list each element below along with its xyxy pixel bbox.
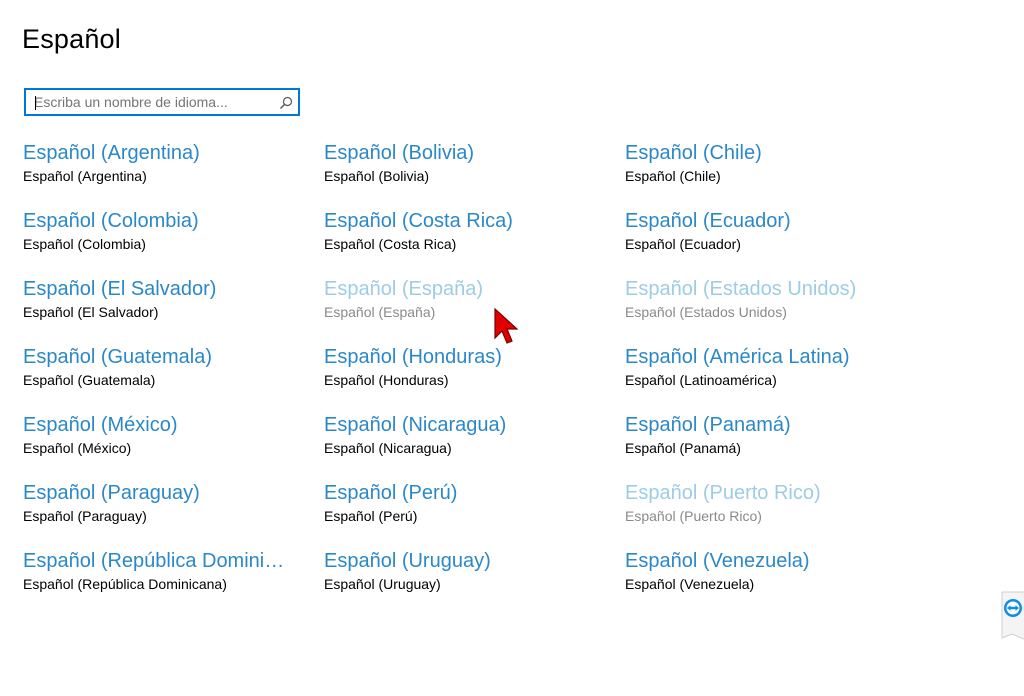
language-option: Español (Estados Unidos) Español (Estados…	[625, 276, 895, 321]
language-native-name: Español (Latinoamérica)	[625, 372, 777, 388]
language-option[interactable]: Español (Honduras) Español (Honduras)	[324, 344, 594, 389]
language-native-name: Español (Venezuela)	[625, 576, 755, 592]
language-name: Español (Puerto Rico)	[625, 482, 821, 504]
language-name: Español (Guatemala)	[23, 346, 212, 368]
language-native-name: Español (México)	[23, 440, 132, 456]
language-option[interactable]: Español (El Salvador) Español (El Salvado…	[23, 276, 293, 321]
language-name: Español (Argentina)	[23, 142, 200, 164]
language-option[interactable]: Español (Paraguay) Español (Paraguay)	[23, 480, 293, 525]
language-name: Español (Bolivia)	[324, 142, 475, 164]
language-native-name: Español (Chile)	[625, 168, 721, 184]
language-native-name: Español (Panamá)	[625, 440, 741, 456]
language-name: Español (Colombia)	[23, 210, 199, 232]
language-native-name: Español (Costa Rica)	[324, 236, 457, 252]
search-box[interactable]	[24, 88, 300, 116]
language-option: Español (España) Español (España)	[324, 276, 594, 321]
language-native-name: Español (Guatemala)	[23, 372, 156, 388]
language-name: Español (Panamá)	[625, 414, 791, 436]
language-name: Español (Venezuela)	[625, 550, 810, 572]
language-picker-page: Español Español (Argentina)Español (Arge…	[0, 0, 1024, 696]
language-option[interactable]: Español (Chile) Español (Chile)	[625, 140, 895, 185]
language-native-name: Español (Honduras)	[324, 372, 449, 388]
language-native-name: Español (Uruguay)	[324, 576, 441, 592]
language-option[interactable]: Español (Panamá) Español (Panamá)	[625, 412, 895, 457]
language-option[interactable]: Español (Perú) Español (Perú)	[324, 480, 594, 525]
language-name: Español (América Latina)	[625, 346, 850, 368]
text-caret	[35, 96, 36, 110]
language-native-name: Español (Perú)	[324, 508, 418, 524]
language-option[interactable]: Español (Colombia) Español (Colombia)	[23, 208, 293, 253]
language-native-name: Español (Nicaragua)	[324, 440, 452, 456]
language-name: Español (Estados Unidos)	[625, 278, 857, 300]
language-name: Español (Chile)	[625, 142, 762, 164]
language-name: Español (Costa Rica)	[324, 210, 513, 232]
language-name: Español (El Salvador)	[23, 278, 217, 300]
language-native-name: Español (Colombia)	[23, 236, 146, 252]
page-title: Español	[22, 24, 121, 54]
search-input[interactable]	[34, 90, 274, 114]
language-native-name: Español (Paraguay)	[23, 508, 147, 524]
language-name: Español (Paraguay)	[23, 482, 200, 504]
teamviewer-icon[interactable]	[998, 590, 1024, 642]
language-name: Español (Uruguay)	[324, 550, 491, 572]
language-option[interactable]: Español (Costa Rica) Español (Costa Rica)	[324, 208, 594, 253]
language-option[interactable]: Español (Nicaragua) Español (Nicaragua)	[324, 412, 594, 457]
language-option[interactable]: Español (México) Español (México)	[23, 412, 293, 457]
language-native-name: Español (República Dominicana)	[23, 576, 227, 592]
language-option[interactable]: Español (Ecuador) Español (Ecuador)	[625, 208, 895, 253]
language-option[interactable]: Español (Venezuela) Español (Venezuela)	[625, 548, 895, 593]
language-option[interactable]: Español (América Latina) Español (Latinoa…	[625, 344, 895, 389]
language-native-name: Español (Argentina)	[23, 168, 147, 184]
language-name: Español (República Dominicana)	[23, 550, 293, 572]
mouse-pointer-icon	[494, 308, 518, 344]
language-native-name: Español (Puerto Rico)	[625, 508, 762, 524]
language-native-name: Español (España)	[324, 304, 436, 320]
language-name: Español (Perú)	[324, 482, 458, 504]
language-name: Español (Ecuador)	[625, 210, 791, 232]
language-option[interactable]: Español (Uruguay) Español (Uruguay)	[324, 548, 594, 593]
language-native-name: Español (Ecuador)	[625, 236, 741, 252]
language-name: Español (México)	[23, 414, 178, 436]
language-name: Español (España)	[324, 278, 483, 300]
language-native-name: Español (Bolivia)	[324, 168, 430, 184]
language-option[interactable]: Español (República Dominicana) Español (R…	[23, 548, 293, 593]
language-name: Español (Nicaragua)	[324, 414, 507, 436]
language-option: Español (Puerto Rico) Español (Puerto Ric…	[625, 480, 895, 525]
language-name: Español (Honduras)	[324, 346, 502, 368]
language-native-name: Español (Estados Unidos)	[625, 304, 787, 320]
language-option[interactable]: Español (Guatemala) Español (Guatemala)	[23, 344, 293, 389]
language-option[interactable]: Español (Bolivia) Español (Bolivia)	[324, 140, 594, 185]
search-icon[interactable]	[278, 95, 294, 111]
language-native-name: Español (El Salvador)	[23, 304, 159, 320]
language-option[interactable]: Español (Argentina) Español (Argentina)	[23, 140, 293, 185]
